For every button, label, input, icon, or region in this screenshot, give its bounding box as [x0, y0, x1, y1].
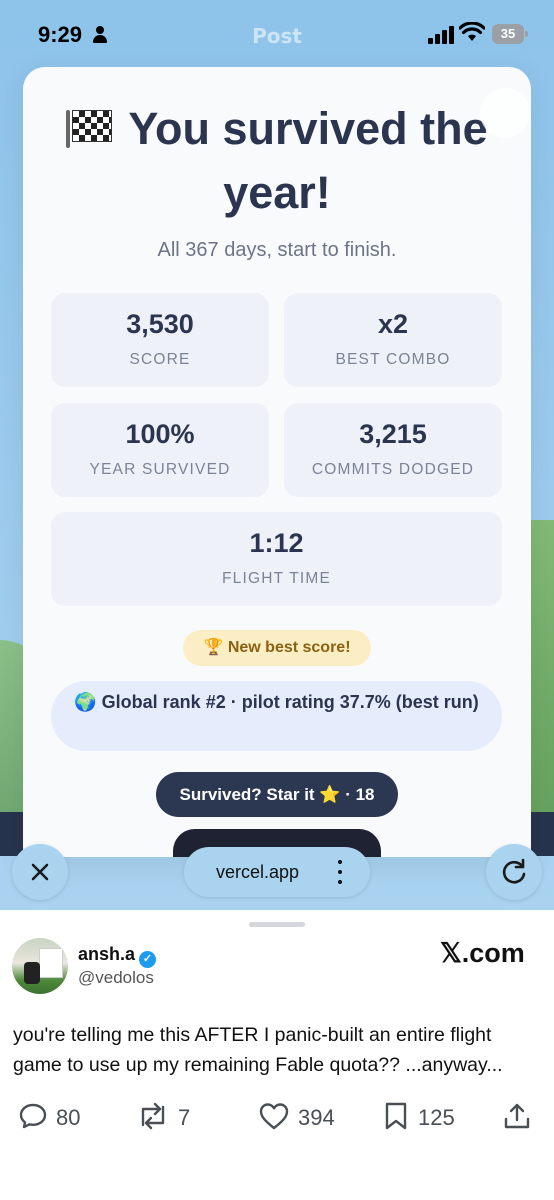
more-options-icon[interactable]: [338, 860, 342, 884]
stat-flight-time: 1:12 FLIGHT TIME: [51, 512, 502, 606]
tweet-text: you're telling me this AFTER I panic-bui…: [13, 1024, 503, 1076]
like-button[interactable]: 394: [258, 1100, 335, 1136]
stat-value: 3,530: [126, 309, 194, 339]
rating-value: 37.7%: [339, 692, 391, 712]
refresh-icon: [486, 844, 542, 900]
stat-score: 3,530 SCORE: [51, 293, 269, 387]
share-icon: [504, 1103, 530, 1129]
battery-indicator: 35: [492, 24, 528, 44]
close-button[interactable]: [12, 844, 68, 900]
url-text: vercel.app: [216, 862, 300, 882]
stat-label: YEAR SURVIVED: [89, 461, 231, 478]
rank-middle: · pilot rating: [230, 692, 335, 712]
close-icon: [12, 844, 68, 900]
sheet-grabber[interactable]: [249, 922, 305, 927]
stat-commits-dodged: 3,215 COMMITS DODGED: [284, 403, 502, 497]
new-best-badge: 🏆 New best score!: [183, 630, 371, 666]
results-subtitle: All 367 days, start to finish.: [157, 239, 397, 261]
stat-value: 100%: [125, 419, 195, 449]
avatar[interactable]: [12, 938, 68, 994]
repost-icon: [141, 1102, 165, 1130]
stat-best-combo: x2 BEST COMBO: [284, 293, 502, 387]
globe-icon: 🌍: [74, 692, 97, 712]
status-bar: 9:29 35: [0, 0, 554, 68]
author-name-text: ansh.a: [78, 944, 136, 964]
refresh-button[interactable]: [486, 844, 542, 900]
bookmark-icon: [385, 1102, 407, 1130]
checkered-flag-icon: [66, 110, 113, 148]
tweet-sheet: ansh.a ✓ @vedolos 𝕏.com you're telling me…: [0, 910, 554, 1200]
like-count: 394: [298, 1105, 335, 1130]
bookmark-count: 125: [418, 1105, 455, 1130]
rank-value: #2: [205, 692, 226, 712]
source-link[interactable]: 𝕏.com: [440, 938, 525, 969]
stat-value: x2: [377, 309, 409, 339]
status-time: 9:29: [38, 22, 83, 47]
results-title-text: You survived the year!: [128, 103, 488, 218]
author-name[interactable]: ansh.a ✓: [78, 944, 157, 968]
heart-icon: [259, 1103, 289, 1130]
rank-suffix: (best run): [395, 692, 479, 712]
repost-button[interactable]: 7: [136, 1100, 190, 1136]
url-pill[interactable]: vercel.app: [184, 847, 370, 897]
verified-badge-icon: ✓: [139, 951, 157, 968]
signal-icon: [428, 26, 454, 44]
stat-label: BEST COMBO: [335, 351, 451, 368]
repost-count: 7: [178, 1105, 191, 1130]
stat-year-survived: 100% YEAR SURVIVED: [51, 403, 269, 497]
edit-icon[interactable]: [480, 88, 530, 138]
bookmark-button[interactable]: 125: [382, 1100, 455, 1136]
reply-icon: [19, 1103, 47, 1129]
reply-count: 80: [56, 1105, 81, 1130]
star-repo-button[interactable]: Survived? Star it ⭐ · 18: [156, 772, 398, 817]
stat-label: SCORE: [129, 351, 191, 368]
stat-label: FLIGHT TIME: [221, 570, 332, 587]
stat-value: 1:12: [249, 528, 304, 558]
wifi-icon: [458, 21, 486, 48]
reply-button[interactable]: 80: [18, 1100, 80, 1136]
author-handle[interactable]: @vedolos: [78, 968, 154, 988]
stat-value: 3,215: [359, 419, 427, 449]
global-rank-banner: 🌍 Global rank #2 · pilot rating 37.7% (b…: [51, 681, 502, 751]
person-icon: [93, 26, 107, 44]
stat-label: COMMITS DODGED: [311, 461, 475, 478]
rank-prefix: Global rank: [101, 692, 201, 712]
results-title: You survived the year!: [23, 97, 531, 225]
share-button[interactable]: [502, 1100, 540, 1136]
results-card: You survived the year! All 367 days, sta…: [23, 67, 531, 857]
